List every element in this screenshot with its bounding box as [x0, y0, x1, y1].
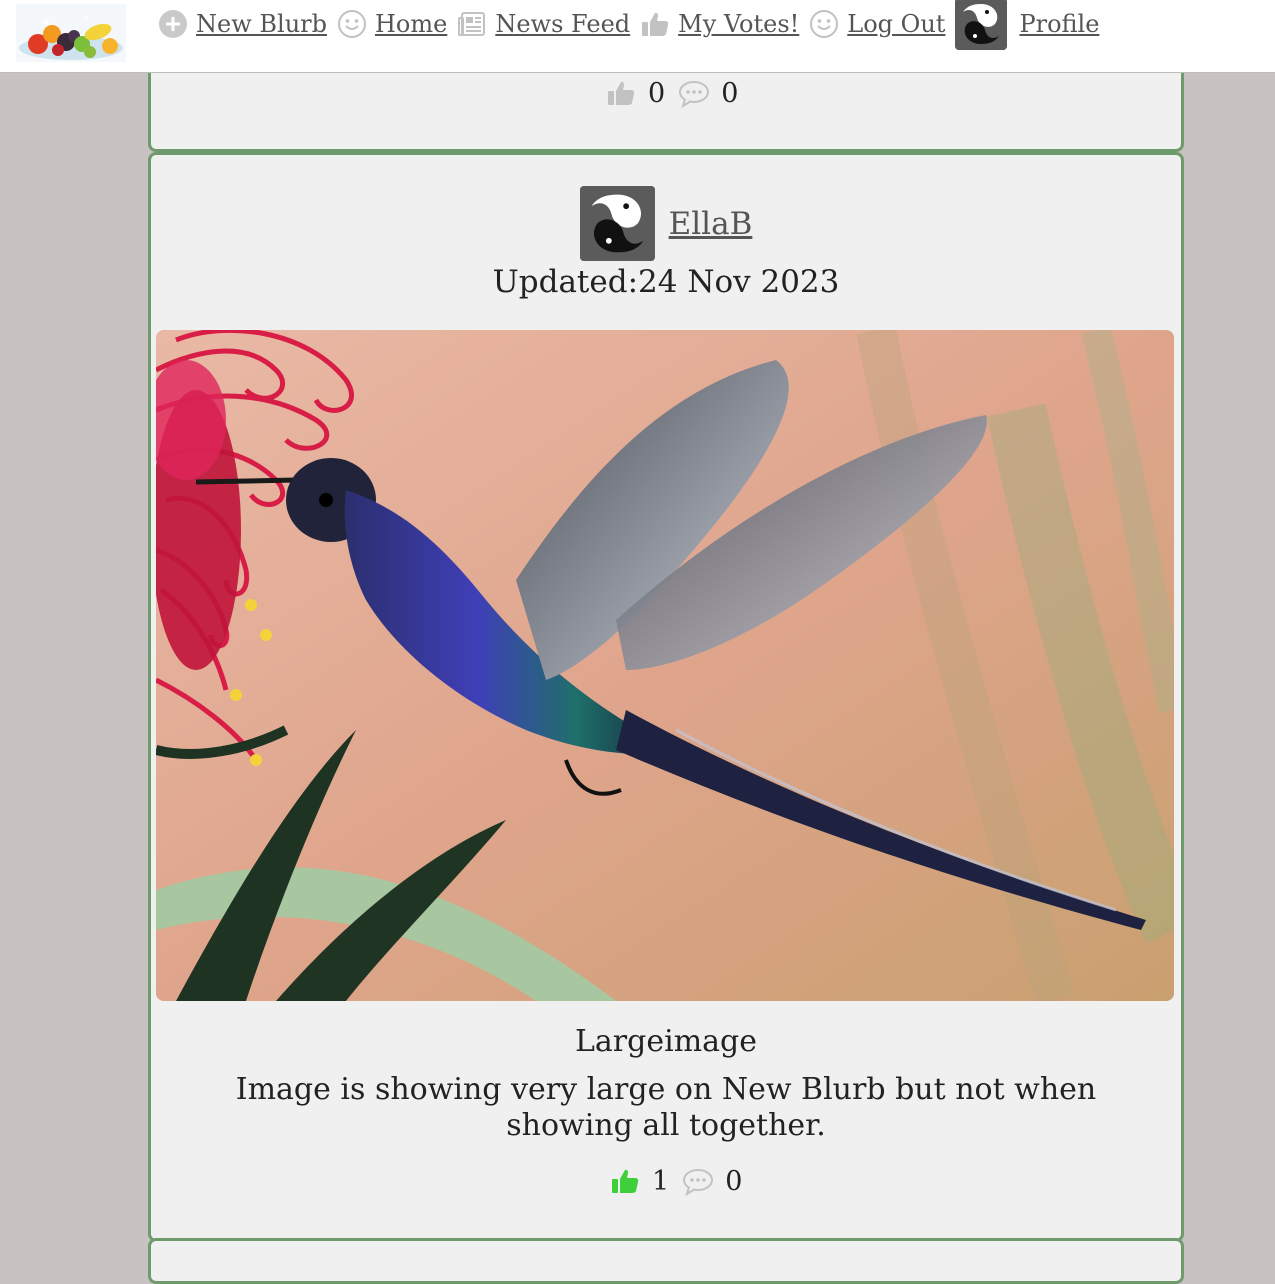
- comment-count: 0: [725, 1165, 743, 1197]
- fruit-logo[interactable]: [16, 4, 126, 62]
- nav-label-log-out[interactable]: Log Out: [847, 10, 945, 38]
- nav-profile[interactable]: Profile: [955, 0, 1099, 50]
- nav-new-blurb[interactable]: New Blurb: [158, 9, 327, 39]
- updated-date: Updated:24 Nov 2023: [492, 264, 840, 300]
- like-count: 0: [648, 77, 666, 109]
- smiley-icon: [337, 9, 367, 39]
- post-card: EllaB Updated:24 Nov 2023 Largeimage Ima…: [148, 152, 1184, 1242]
- comment-icon[interactable]: [677, 77, 711, 109]
- nav-news-feed[interactable]: News Feed: [457, 9, 630, 39]
- plus-circle-icon: [158, 9, 188, 39]
- next-post-card: [148, 1238, 1184, 1284]
- newspaper-icon: [457, 9, 487, 39]
- koi-avatar-icon[interactable]: [955, 0, 1008, 50]
- post-image-hummingbird[interactable]: [156, 330, 1174, 1001]
- nav-label-new-blurb[interactable]: New Blurb: [196, 10, 327, 38]
- previous-post-stats: 0 0: [604, 77, 750, 109]
- nav-label-news-feed[interactable]: News Feed: [495, 10, 630, 38]
- post-stats: 1 0: [608, 1165, 754, 1197]
- post-body: Image is showing very large on New Blurb…: [235, 1072, 1097, 1143]
- like-count: 1: [652, 1165, 670, 1197]
- thumbs-up-icon: [640, 9, 670, 39]
- smiley-icon: [809, 9, 839, 39]
- nav-log-out[interactable]: Log Out: [809, 9, 945, 39]
- post-title: Largeimage: [575, 1024, 757, 1059]
- comment-icon[interactable]: [681, 1165, 715, 1197]
- post-author: EllaB: [151, 186, 1181, 261]
- thumbs-up-liked-icon[interactable]: [608, 1165, 642, 1197]
- top-navbar: New Blurb Home News Feed My Votes! Log O…: [0, 0, 1275, 73]
- thumbs-up-icon[interactable]: [604, 77, 638, 109]
- comment-count: 0: [721, 77, 739, 109]
- nav-my-votes[interactable]: My Votes!: [640, 9, 799, 39]
- nav-home[interactable]: Home: [337, 9, 447, 39]
- koi-avatar-icon[interactable]: [579, 186, 655, 261]
- nav-label-home[interactable]: Home: [375, 10, 447, 38]
- author-name-link[interactable]: EllaB: [669, 206, 753, 242]
- nav-menu: New Blurb Home News Feed My Votes! Log O…: [158, 0, 1109, 50]
- nav-label-my-votes[interactable]: My Votes!: [678, 10, 799, 38]
- nav-label-profile[interactable]: Profile: [1019, 10, 1099, 38]
